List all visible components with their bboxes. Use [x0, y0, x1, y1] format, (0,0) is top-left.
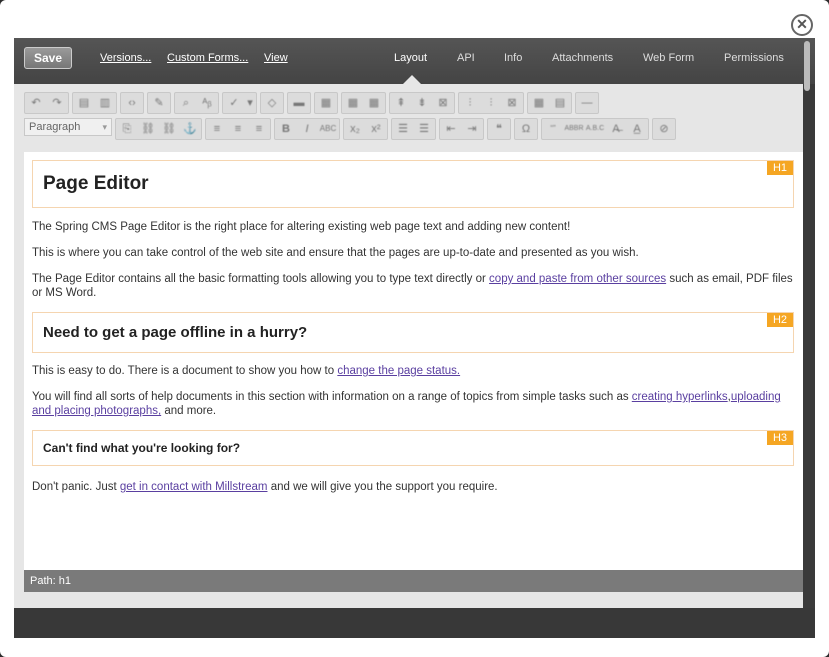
heading-2-block[interactable]: Need to get a page offline in a hurry? H… [32, 312, 794, 353]
spellcheck-dropdown-icon[interactable]: ▾ [245, 94, 255, 112]
heading-1: Page Editor [43, 173, 149, 194]
tab-attachments[interactable]: Attachments [552, 52, 613, 64]
toolbar-row-1: ↶ ↷ ▤ ▥ ‹› ✎ ⌕ ᴬᵦ ✓ ▾ ◇ ▬ ▦ ▦ ▦ ⇞ ⇟ ⊠ ⫶ ⫶ ⊠ ▦ ▤ — [24, 92, 599, 114]
editor-modal: ✕ Save Versions... Custom Forms... View … [0, 0, 829, 657]
format-select[interactable]: Paragraph [24, 118, 112, 136]
paragraph-3-text: The Page Editor contains all the basic f… [32, 273, 490, 285]
paragraph-1: The Spring CMS Page Editor is the right … [32, 221, 571, 233]
subscript-icon[interactable]: x₂ [345, 120, 365, 138]
delete-row-icon[interactable]: ⊠ [433, 94, 453, 112]
tab-web-form[interactable]: Web Form [643, 52, 694, 64]
cite-icon[interactable]: “” [543, 120, 563, 138]
scrollbar[interactable] [804, 41, 810, 91]
custom-forms-link[interactable]: Custom Forms... [167, 52, 248, 64]
paragraph-5-text-end: and more. [161, 405, 217, 417]
versions-link[interactable]: Versions... [100, 52, 151, 64]
paragraph-5-text: You will find all sorts of help document… [32, 391, 632, 403]
heading-2: Need to get a page offline in a hurry? [43, 324, 308, 341]
indent-icon[interactable]: ⇥ [462, 120, 482, 138]
undo-icon[interactable]: ↶ [26, 94, 46, 112]
split-cells-icon[interactable]: ▦ [529, 94, 549, 112]
top-bar: Save Versions... Custom Forms... View La… [14, 38, 815, 91]
merge-cells-icon[interactable]: ▤ [550, 94, 570, 112]
save-button[interactable]: Save [24, 47, 72, 69]
abbr-icon[interactable]: ABBR [564, 120, 584, 138]
paragraph-4-text: This is easy to do. There is a document … [32, 365, 338, 377]
paragraph-6-text-end: and we will give you the support you req… [267, 481, 498, 493]
tab-layout[interactable]: Layout [394, 52, 427, 64]
strikethrough-icon[interactable]: ABC [318, 120, 338, 138]
copy-paste-link[interactable]: copy and paste from other sources [489, 273, 666, 285]
italic-icon[interactable]: I [297, 120, 317, 138]
toolbar-row-2: Paragraph ⎘⛓⛓⚓ ≡≡≡ BIABC x₂x² ☰☰ ⇤⇥ ❝ Ω … [24, 118, 676, 140]
paste-text-icon[interactable]: ▤ [74, 94, 94, 112]
row-after-icon[interactable]: ⇟ [412, 94, 432, 112]
block-icon[interactable]: ⎘ [117, 120, 137, 138]
acronym-icon[interactable]: A.B.C [585, 120, 605, 138]
align-left-icon[interactable]: ≡ [207, 120, 227, 138]
bottom-strip [14, 608, 815, 638]
spellcheck-icon[interactable]: ✓ [224, 94, 244, 112]
paragraph-6: Don't panic. Just get in contact with Mi… [32, 480, 794, 494]
anchor-icon[interactable]: ⚓ [180, 120, 200, 138]
paragraph-6-text: Don't panic. Just [32, 481, 120, 493]
heading-1-block[interactable]: Page Editor H1 [32, 160, 794, 208]
image-icon[interactable]: ▬ [289, 94, 309, 112]
paste-word-icon[interactable]: ▥ [95, 94, 115, 112]
align-center-icon[interactable]: ≡ [228, 120, 248, 138]
source-code-icon[interactable]: ‹› [122, 94, 142, 112]
special-char-icon[interactable]: Ω [516, 120, 536, 138]
h2-badge: H2 [766, 313, 793, 327]
tab-info[interactable]: Info [504, 52, 522, 64]
align-right-icon[interactable]: ≡ [249, 120, 269, 138]
cleanup-icon[interactable]: ✎ [149, 94, 169, 112]
row-before-icon[interactable]: ⇞ [391, 94, 411, 112]
horizontal-rule-icon[interactable]: — [577, 94, 597, 112]
paragraph-3: The Page Editor contains all the basic f… [32, 272, 794, 300]
tab-api[interactable]: API [457, 52, 475, 64]
view-link[interactable]: View [264, 52, 288, 64]
del-icon[interactable]: A̶ [606, 120, 626, 138]
path-bar: Path: h1 [24, 570, 803, 592]
bold-icon[interactable]: B [276, 120, 296, 138]
link-icon[interactable]: ⛓ [138, 120, 158, 138]
editor-content[interactable]: Page Editor H1 The Spring CMS Page Edito… [24, 152, 803, 570]
blockquote-icon[interactable]: ❝ [489, 120, 509, 138]
active-tab-indicator [403, 75, 421, 84]
change-status-link[interactable]: change the page status. [337, 365, 460, 377]
redo-icon[interactable]: ↷ [47, 94, 67, 112]
heading-3-block[interactable]: Can't find what you're looking for? H3 [32, 430, 794, 466]
h1-badge: H1 [766, 161, 793, 175]
contact-millstream-link[interactable]: get in contact with Millstream [120, 481, 268, 493]
replace-icon[interactable]: ᴬᵦ [197, 94, 217, 112]
superscript-icon[interactable]: x² [366, 120, 386, 138]
visual-aid-icon[interactable]: ⊘ [654, 120, 674, 138]
eraser-icon[interactable]: ◇ [262, 94, 282, 112]
delete-col-icon[interactable]: ⊠ [502, 94, 522, 112]
h3-badge: H3 [766, 431, 793, 445]
search-icon[interactable]: ⌕ [176, 94, 196, 112]
paragraph-4: This is easy to do. There is a document … [32, 364, 794, 378]
ins-icon[interactable]: A̲ [627, 120, 647, 138]
bullet-list-icon[interactable]: ☰ [393, 120, 413, 138]
editor-area: ↶ ↷ ▤ ▥ ‹› ✎ ⌕ ᴬᵦ ✓ ▾ ◇ ▬ ▦ ▦ ▦ ⇞ ⇟ ⊠ ⫶ ⫶ ⊠ ▦ ▤ — … [14, 84, 803, 608]
paragraph-2: This is where you can take control of th… [32, 247, 639, 259]
table-row-props-icon[interactable]: ▦ [343, 94, 363, 112]
heading-3: Can't find what you're looking for? [43, 441, 241, 455]
unlink-icon[interactable]: ⛓ [159, 120, 179, 138]
paragraph-5: You will find all sorts of help document… [32, 390, 794, 418]
editor-frame: Save Versions... Custom Forms... View La… [14, 38, 815, 638]
outdent-icon[interactable]: ⇤ [441, 120, 461, 138]
table-cell-props-icon[interactable]: ▦ [364, 94, 384, 112]
col-after-icon[interactable]: ⫶ [481, 94, 501, 112]
table-icon[interactable]: ▦ [316, 94, 336, 112]
col-before-icon[interactable]: ⫶ [460, 94, 480, 112]
numbered-list-icon[interactable]: ☰ [414, 120, 434, 138]
close-icon[interactable]: ✕ [791, 14, 813, 36]
creating-hyperlinks-link[interactable]: creating hyperlinks [632, 391, 728, 403]
tab-permissions[interactable]: Permissions [724, 52, 784, 64]
